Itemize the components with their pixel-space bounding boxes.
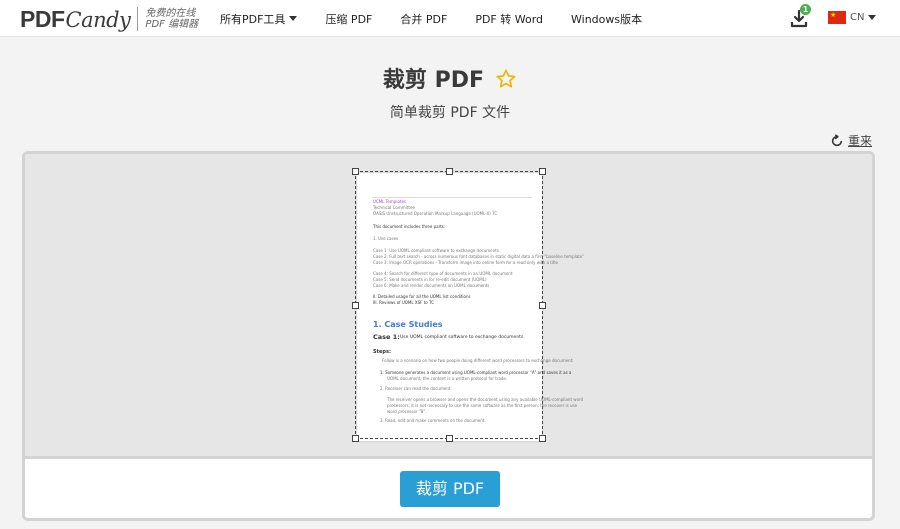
crop-handle-right[interactable] (539, 302, 546, 309)
doc-steps-label: Steps: (373, 349, 391, 355)
nav-windows-version[interactable]: Windows版本 (571, 11, 642, 27)
doc-case-title: Use UOML compliant software to exchange … (400, 335, 524, 340)
downloads-count-badge: 1 (800, 4, 811, 15)
doc-line: Technical Committee (373, 205, 415, 210)
doc-line: II. Detailed usage for all the UOML list… (373, 294, 471, 299)
preview-canvas: UCML Templates Technical Committee OASIS… (25, 154, 872, 459)
nav-pdf-to-word[interactable]: PDF 转 Word (475, 11, 543, 27)
nav-all-pdf-tools[interactable]: 所有PDF工具 (220, 11, 298, 27)
main-nav: 所有PDF工具 压缩 PDF 合并 PDF PDF 转 Word Windows… (220, 0, 670, 37)
caret-down-icon (289, 16, 298, 21)
favorite-star-icon[interactable] (495, 68, 517, 90)
reset-label: 重来 (848, 134, 873, 148)
doc-line: processors; it is not necessary to use t… (387, 403, 578, 408)
title-row: 裁剪 PDF (0, 62, 900, 94)
reset-button[interactable]: 重来 (830, 132, 872, 149)
crop-handle-left[interactable] (352, 302, 359, 309)
doc-line: UCML Templates (373, 199, 407, 204)
language-label: CN (850, 12, 865, 23)
top-header: PDFCandy 免费的在线 PDF 编辑器 所有PDF工具 压缩 PDF 合并… (0, 0, 900, 37)
crop-handle-bottom-left[interactable] (352, 435, 359, 442)
doc-line: Case 3: Image OCR operations - Transform… (373, 260, 558, 265)
crop-workspace: UCML Templates Technical Committee OASIS… (22, 151, 875, 521)
header-rule (372, 197, 532, 198)
doc-line: III. Reviews of UOML XSF to TC (373, 300, 435, 305)
doc-line: Case 6: Make and render documents on UOM… (373, 283, 490, 288)
crop-handle-bottom[interactable] (446, 435, 453, 442)
logo-tagline: 免费的在线 PDF 编辑器 (145, 8, 199, 30)
language-selector[interactable]: ★ CN (828, 11, 877, 24)
doc-line: word processor "B". (387, 409, 427, 414)
doc-line: 1. Use cases (373, 236, 399, 241)
crop-handle-top[interactable] (446, 168, 453, 175)
doc-case-label: Case 1: (373, 333, 400, 341)
logo-divider (137, 7, 139, 31)
doc-line: Follow is a scenario on how two people d… (382, 358, 574, 363)
logo-wordmark: PDFCandy (20, 6, 131, 32)
doc-line: The receiver opens a browser and opens t… (387, 397, 584, 402)
doc-line: 3. Read, edit and make comments on the d… (380, 418, 486, 423)
doc-heading: 1. Case Studies (373, 320, 443, 329)
nav-merge-pdf[interactable]: 合并 PDF (400, 11, 447, 27)
china-flag-icon: ★ (828, 11, 846, 24)
page-title: 裁剪 PDF (382, 68, 484, 93)
doc-line: UOML document; the content is a written … (387, 376, 508, 381)
doc-line: Case 2: Full text search - across numero… (373, 254, 585, 259)
pdfcandy-logo[interactable]: PDFCandy 免费的在线 PDF 编辑器 (20, 6, 198, 33)
doc-line: This document includes three parts: (373, 224, 446, 229)
crop-pdf-button[interactable]: 裁剪 PDF (400, 471, 500, 507)
doc-line: 1. Someone generates a document using UO… (380, 370, 572, 375)
crop-handle-bottom-right[interactable] (539, 435, 546, 442)
doc-line: Case 5: Send documents in for re-edit do… (373, 277, 487, 282)
crop-handle-top-right[interactable] (539, 168, 546, 175)
doc-line: 2. Receiver can read the document. (380, 386, 452, 391)
page-subtitle: 简单裁剪 PDF 文件 (389, 105, 511, 121)
reset-icon (831, 133, 843, 146)
caret-down-icon (868, 15, 877, 20)
doc-line: Case 4: Search for different type of doc… (373, 271, 513, 276)
doc-line: OASIS Unstructured Operation Markup Lang… (373, 211, 498, 216)
nav-compress-pdf[interactable]: 压缩 PDF (325, 11, 372, 27)
doc-line: Case 1: Use UOML compliant software to e… (373, 248, 499, 253)
crop-handle-top-left[interactable] (352, 168, 359, 175)
